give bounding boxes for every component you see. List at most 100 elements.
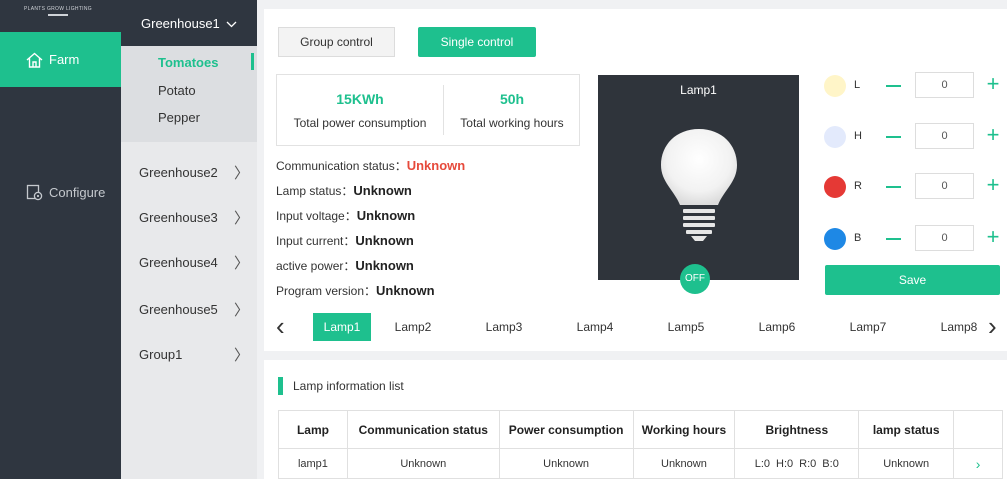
brightness-b: B:0 bbox=[822, 457, 839, 470]
power-consumption-value: 15KWh bbox=[336, 91, 384, 107]
nav-farm-label: Farm bbox=[49, 52, 80, 67]
chevron-right-icon: 〉 bbox=[233, 255, 249, 272]
cell-comm-status: Unknown bbox=[346, 448, 500, 479]
active-indicator bbox=[251, 53, 254, 70]
input-current-label: Input current： bbox=[276, 234, 356, 248]
logo-text: PLANTS GROW LIGHTING bbox=[24, 6, 92, 12]
brightness-h: H:0 bbox=[776, 457, 794, 470]
tab-lamp2[interactable]: Lamp2 bbox=[384, 313, 442, 341]
tab-lamp4[interactable]: Lamp4 bbox=[566, 313, 624, 341]
lamp-preview-title: Lamp1 bbox=[680, 83, 717, 97]
greenhouse-active-label: Greenhouse1 bbox=[141, 16, 220, 31]
power-toggle-button[interactable]: OFF bbox=[680, 264, 710, 294]
lamp-tabs: ‹ Lamp1 Lamp2 Lamp3 Lamp4 Lamp5 Lamp6 La… bbox=[264, 309, 1007, 349]
table-row[interactable]: lamp1 Unknown Unknown Unknown L:0 H:0 R:0 B… bbox=[278, 448, 1003, 479]
greenhouse-label: Greenhouse3 bbox=[139, 210, 218, 225]
channel-value-input[interactable] bbox=[915, 173, 974, 199]
cell-action[interactable]: › bbox=[953, 448, 1003, 479]
input-voltage-label: Input voltage： bbox=[276, 209, 357, 223]
brightness-r: R:0 bbox=[799, 457, 817, 470]
chevron-right-icon[interactable]: › bbox=[988, 313, 997, 339]
channel-color-swatch bbox=[824, 126, 846, 148]
group-control-button[interactable]: Group control bbox=[278, 27, 395, 57]
cell-lamp: lamp1 bbox=[278, 448, 348, 479]
greenhouse-active[interactable]: Greenhouse1 bbox=[121, 0, 257, 46]
comm-status: Communication status：Unknown bbox=[276, 157, 465, 174]
greenhouse-label: Greenhouse4 bbox=[139, 255, 218, 270]
tab-lamp5[interactable]: Lamp5 bbox=[657, 313, 715, 341]
decrement-button[interactable] bbox=[886, 136, 901, 138]
lamp-info-table: Lamp Communication status Power consumpt… bbox=[278, 410, 1003, 479]
channel-value-input[interactable] bbox=[915, 72, 974, 98]
increment-button[interactable]: + bbox=[984, 124, 1002, 146]
tab-lamp8[interactable]: Lamp8 bbox=[930, 313, 988, 341]
chevron-right-icon[interactable]: › bbox=[976, 456, 981, 472]
nav-item-configure[interactable]: Configure bbox=[0, 165, 121, 220]
decrement-button[interactable] bbox=[886, 238, 901, 240]
column-header: Brightness bbox=[734, 410, 860, 449]
column-header: Communication status bbox=[346, 410, 500, 449]
greenhouse-label: Greenhouse5 bbox=[139, 302, 218, 317]
channel-label: L bbox=[854, 79, 861, 91]
channel-label: B bbox=[854, 232, 862, 244]
lamp-control-panel: Group control Single control 15KWh Total… bbox=[264, 9, 1007, 351]
sub-item-potato[interactable]: Potato bbox=[158, 83, 196, 98]
tab-lamp1[interactable]: Lamp1 bbox=[313, 313, 371, 341]
settings-doc-icon bbox=[26, 184, 43, 201]
decrement-button[interactable] bbox=[886, 186, 901, 188]
channel-color-swatch bbox=[824, 176, 846, 198]
sub-item-tomatoes[interactable]: Tomatoes bbox=[158, 55, 218, 70]
column-header-empty bbox=[953, 410, 1003, 449]
single-control-button[interactable]: Single control bbox=[418, 27, 536, 57]
light-bulb-icon bbox=[661, 129, 737, 241]
active-power-value: Unknown bbox=[355, 258, 414, 273]
table-header-row: Lamp Communication status Power consumpt… bbox=[278, 410, 1003, 449]
cell-brightness: L:0 H:0 R:0 B:0 bbox=[734, 448, 860, 479]
channel-row-h: H + bbox=[824, 122, 1004, 152]
lamp-status: Lamp status：Unknown bbox=[276, 182, 412, 199]
greenhouse-item-2[interactable]: Greenhouse2 〉 bbox=[139, 162, 249, 183]
channel-row-l: L + bbox=[824, 71, 1004, 101]
sub-item-pepper[interactable]: Pepper bbox=[158, 110, 200, 125]
greenhouse-item-3[interactable]: Greenhouse3 〉 bbox=[139, 207, 249, 228]
column-header: Lamp bbox=[278, 410, 348, 449]
decrement-button[interactable] bbox=[886, 85, 901, 87]
lamp-preview: Lamp1 OFF bbox=[598, 75, 799, 294]
group-item-1[interactable]: Group1 〉 bbox=[139, 344, 249, 365]
lamp-status-label: Lamp status： bbox=[276, 184, 354, 198]
save-button[interactable]: Save bbox=[825, 265, 1000, 295]
tab-lamp7[interactable]: Lamp7 bbox=[839, 313, 897, 341]
input-voltage: Input voltage：Unknown bbox=[276, 207, 415, 224]
greenhouse-item-4[interactable]: Greenhouse4 〉 bbox=[139, 252, 249, 273]
column-header: Working hours bbox=[632, 410, 736, 449]
group-label: Group1 bbox=[139, 347, 183, 362]
increment-button[interactable]: + bbox=[984, 73, 1002, 95]
logo: PLANTS GROW LIGHTING bbox=[8, 6, 108, 20]
channel-value-input[interactable] bbox=[915, 123, 974, 149]
chevron-right-icon: 〉 bbox=[233, 165, 249, 182]
chevron-right-icon: 〉 bbox=[233, 302, 249, 319]
program-version: Program version：Unknown bbox=[276, 282, 435, 299]
cell-lamp-status: Unknown bbox=[858, 448, 955, 479]
cell-hours: Unknown bbox=[632, 448, 736, 479]
channel-row-r: R + bbox=[824, 172, 1004, 202]
increment-button[interactable]: + bbox=[984, 226, 1002, 248]
brightness-l: L:0 bbox=[754, 457, 771, 470]
main-nav: PLANTS GROW LIGHTING Farm Configure bbox=[0, 0, 121, 479]
tab-lamp6[interactable]: Lamp6 bbox=[748, 313, 806, 341]
active-power-label: active power： bbox=[276, 259, 356, 273]
nav-configure-label: Configure bbox=[49, 185, 106, 200]
channel-row-b: B + bbox=[824, 224, 1004, 254]
comm-status-value: Unknown bbox=[406, 158, 466, 173]
lamp-status-value: Unknown bbox=[353, 183, 412, 198]
channel-value-input[interactable] bbox=[915, 225, 974, 251]
tab-lamp3[interactable]: Lamp3 bbox=[475, 313, 533, 341]
greenhouse-item-5[interactable]: Greenhouse5 〉 bbox=[139, 299, 249, 320]
chevron-down-icon bbox=[226, 16, 237, 31]
section-title: Lamp information list bbox=[293, 379, 404, 393]
chevron-right-icon: 〉 bbox=[233, 210, 249, 227]
increment-button[interactable]: + bbox=[984, 174, 1002, 196]
nav-item-farm[interactable]: Farm bbox=[0, 32, 121, 87]
chevron-left-icon[interactable]: ‹ bbox=[276, 313, 285, 339]
stats-card: 15KWh Total power consumption 50h Total … bbox=[276, 74, 580, 146]
